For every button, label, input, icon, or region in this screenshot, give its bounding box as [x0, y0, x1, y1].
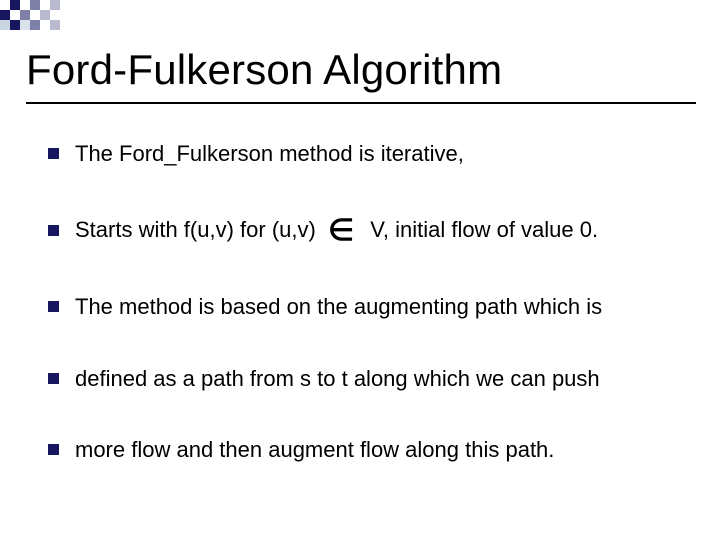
bullet-icon: [48, 444, 59, 455]
bullet-text: The method is based on the augmenting pa…: [75, 293, 688, 321]
slide-body: The Ford_Fulkerson method is iterative, …: [48, 140, 688, 508]
text-part: V, initial flow of value 0.: [370, 217, 598, 242]
bullet-text: The Ford_Fulkerson method is iterative,: [75, 140, 688, 168]
text-part: Starts with f(u,v) for (u,v): [75, 217, 316, 242]
header-decoration: [0, 0, 60, 10]
bullet-icon: [48, 225, 59, 236]
list-item: more flow and then augment flow along th…: [48, 436, 688, 464]
header-decoration-row2: [0, 10, 50, 20]
bullet-text: Starts with f(u,v) for (u,v) ∈ V, initia…: [75, 212, 688, 250]
bullet-text: more flow and then augment flow along th…: [75, 436, 688, 464]
list-item: Starts with f(u,v) for (u,v) ∈ V, initia…: [48, 212, 688, 250]
list-item: The Ford_Fulkerson method is iterative,: [48, 140, 688, 168]
header-decoration-row3: [0, 20, 60, 30]
bullet-text: defined as a path from s to t along whic…: [75, 365, 688, 393]
slide: Ford-Fulkerson Algorithm The Ford_Fulker…: [0, 0, 720, 540]
title-underline: [26, 102, 696, 104]
slide-title: Ford-Fulkerson Algorithm: [26, 46, 502, 94]
list-item: The method is based on the augmenting pa…: [48, 293, 688, 321]
bullet-icon: [48, 301, 59, 312]
element-of-symbol: ∈: [328, 212, 354, 250]
bullet-icon: [48, 148, 59, 159]
bullet-icon: [48, 373, 59, 384]
list-item: defined as a path from s to t along whic…: [48, 365, 688, 393]
